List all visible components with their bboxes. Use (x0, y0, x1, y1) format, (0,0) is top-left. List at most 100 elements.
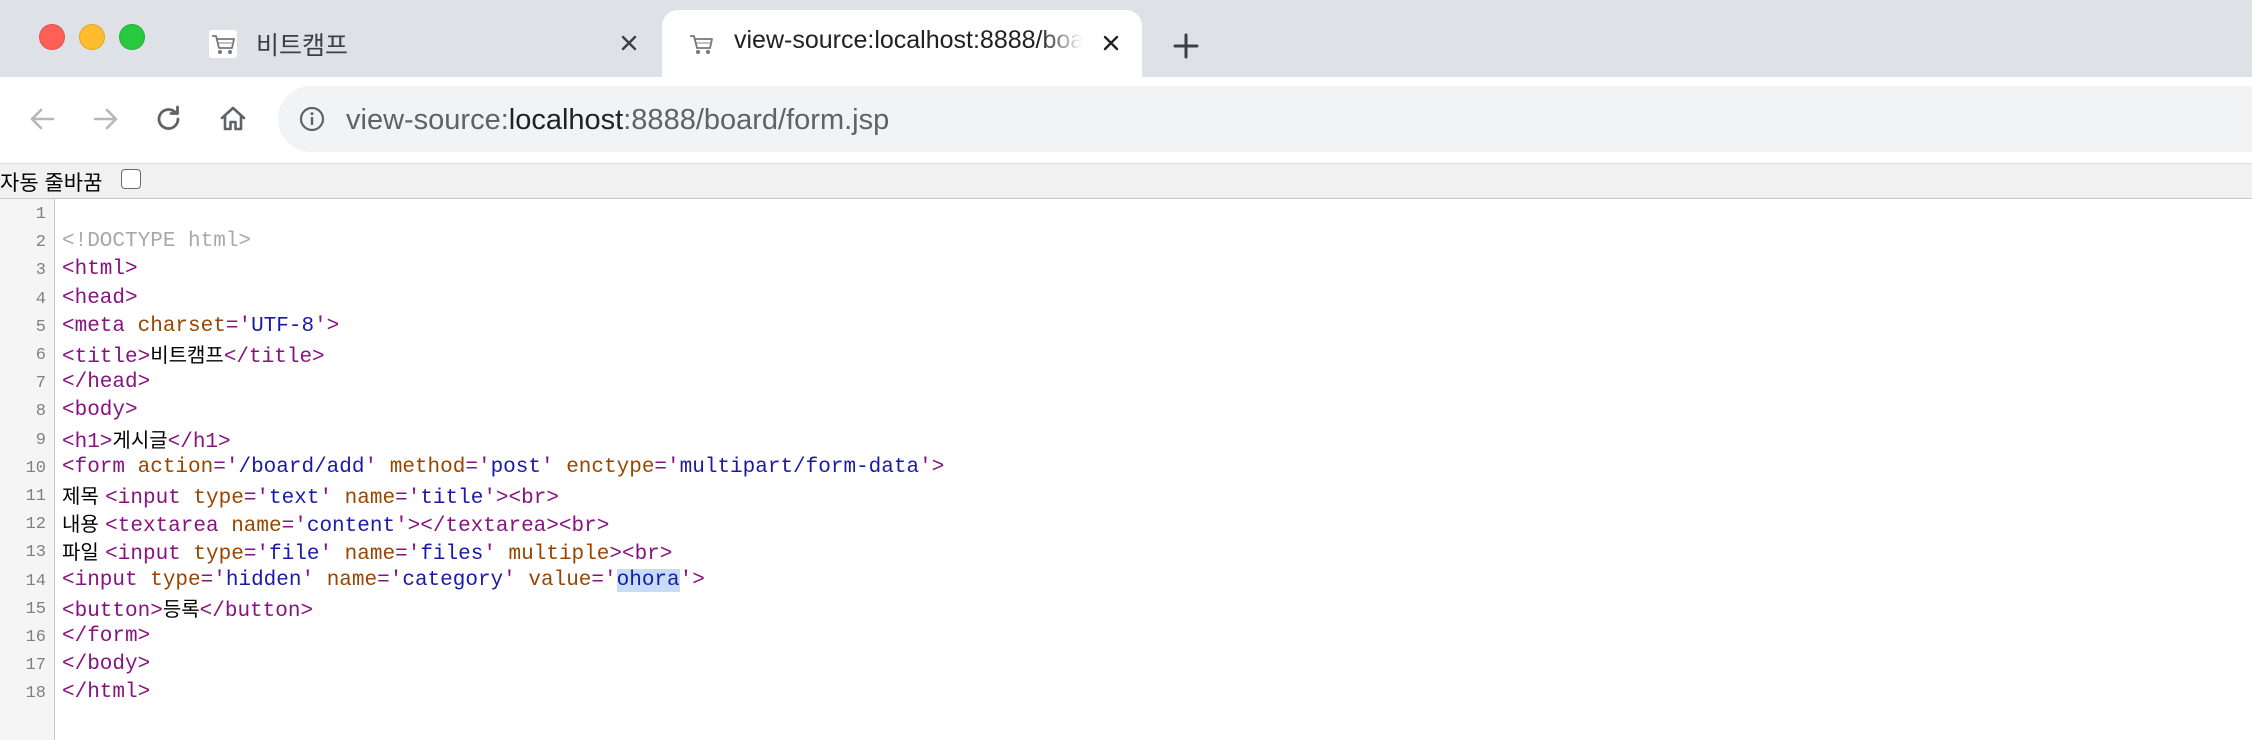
code-token: hidden (225, 568, 302, 592)
code-token: type (150, 568, 201, 592)
code-token: <body> (62, 399, 138, 423)
line-code: 파일 <input type='file' name='files' multi… (62, 538, 672, 569)
new-tab-plus-icon[interactable] (1168, 28, 1204, 64)
line-code: <head> (62, 285, 138, 313)
line-code: 내용 <textarea name='content'></textarea><… (62, 510, 609, 541)
tab-view-source[interactable]: view-source:localhost:8888/board/form.js… (662, 10, 1142, 77)
source-line: 9 <h1>게시글</h1> (0, 426, 2252, 454)
code-token: charset (137, 314, 226, 338)
url-text[interactable]: view-source:localhost:8888/board/form.js… (346, 104, 889, 137)
code-token: UTF-8 (251, 314, 315, 338)
source-line: 11 제목 <input type='text' name='title'><br… (0, 482, 2252, 510)
code-token: <input (62, 568, 151, 592)
close-icon[interactable] (1096, 28, 1126, 58)
line-code: <html> (62, 256, 138, 284)
code-token: =' (225, 314, 252, 338)
code-token: text (269, 487, 320, 510)
line-number: 4 (35, 289, 46, 309)
code-token: </title> (223, 346, 325, 369)
code-token: name (326, 568, 378, 592)
line-wrap-checkbox[interactable] (121, 169, 141, 189)
line-code: <form action='/board/add' method='post' … (62, 454, 944, 482)
tab-title: view-source:localhost:8888/board/form.js… (734, 26, 1082, 54)
source-line: 5 <meta charset='UTF-8'> (0, 313, 2252, 341)
code-token: ><br> (609, 543, 673, 567)
code-token: name (344, 543, 396, 567)
line-number: 18 (25, 684, 46, 704)
code-token: =' (200, 568, 226, 592)
code-token: files (420, 543, 484, 567)
zoom-window-button[interactable] (119, 24, 145, 50)
line-code: </head> (62, 369, 150, 397)
source-line: 7 </head> (0, 369, 2252, 397)
code-token: multiple (508, 543, 610, 567)
line-number: 13 (25, 543, 46, 563)
line-code: <h1>게시글</h1> (62, 426, 231, 457)
forward-arrow-icon[interactable] (84, 98, 126, 140)
info-icon[interactable] (298, 105, 326, 133)
source-line: 13 파일 <input type='file' name='files' mul… (0, 538, 2252, 566)
source-line: 14 <input type='hidden' name='category' v… (0, 567, 2252, 595)
source-view: 1 2 <!DOCTYPE html> 3 <html> 4 <head> 5 <meta ch… (0, 199, 2252, 740)
source-line: 8 <body> (0, 397, 2252, 425)
code-token: ' (540, 455, 567, 479)
code-token: '></textarea><br> (395, 515, 610, 539)
code-token: =' (654, 455, 680, 479)
line-code: <!DOCTYPE html> (62, 228, 251, 256)
line-number: 7 (35, 374, 46, 394)
url-host: localhost (508, 104, 624, 136)
tab-strip: 비트캠프 view-source:localhost:8888/board/fo… (0, 0, 2252, 77)
code-token: post (490, 455, 541, 479)
code-token: <input (105, 487, 194, 510)
code-token: <!DOCTYPE html> (62, 230, 252, 254)
address-bar[interactable]: view-source:localhost:8888/board/form.js… (278, 86, 2252, 152)
code-token: name (231, 515, 282, 539)
reload-icon[interactable] (148, 98, 190, 140)
code-token: <html> (62, 258, 138, 282)
code-token: =' (377, 568, 403, 592)
code-token: =' (243, 543, 270, 567)
line-number: 17 (25, 656, 46, 676)
back-arrow-icon[interactable] (22, 98, 64, 140)
code-token: <meta (62, 314, 138, 338)
line-number: 5 (35, 317, 46, 337)
code-token: =' (243, 487, 270, 510)
code-token: /board/add (238, 455, 365, 479)
source-line: 10 <form action='/board/add' method='post… (0, 454, 2252, 482)
code-token: value (528, 568, 592, 592)
code-token: <head> (62, 286, 138, 310)
line-code: <button>등록</button> (62, 595, 313, 626)
code-token: </html> (62, 681, 151, 705)
minimize-window-button[interactable] (79, 24, 105, 50)
cart-icon (209, 30, 237, 58)
code-token: action (137, 455, 214, 479)
code-token: ' (319, 543, 345, 567)
line-code: <title>비트캠프</title> (62, 341, 325, 372)
browser-toolbar: view-source:localhost:8888/board/form.js… (0, 77, 2252, 164)
code-token: type (193, 487, 244, 510)
url-scheme: view-source: (346, 104, 509, 136)
line-code: 제목 <input type='text' name='title'><br> (62, 482, 559, 513)
source-line: 1 (0, 200, 2252, 228)
code-token: 비트캠프 (150, 343, 224, 367)
code-token: method (389, 455, 466, 479)
code-token: <input (105, 543, 194, 567)
line-wrap-label: 자동 줄바꿈 (0, 172, 103, 195)
line-number: 12 (25, 515, 46, 535)
code-token: 내용 (62, 512, 106, 537)
close-window-button[interactable] (39, 24, 65, 50)
source-line: 3 <html> (0, 256, 2252, 284)
source-line: 17 </body> (0, 651, 2252, 679)
code-token: <button> (62, 599, 163, 623)
tab-bitcamp[interactable]: 비트캠프 (190, 10, 650, 77)
code-token: 게시글 (112, 427, 168, 452)
code-token: =' (395, 487, 421, 510)
close-icon[interactable] (614, 28, 644, 58)
line-number: 11 (25, 487, 46, 506)
code-token: '> (314, 314, 340, 338)
line-number: 6 (35, 346, 46, 365)
home-icon[interactable] (212, 98, 254, 140)
code-token: <h1> (62, 430, 113, 454)
source-line: 12 내용 <textarea name='content'></textarea… (0, 510, 2252, 538)
line-wrap-bar: 자동 줄바꿈 (0, 164, 2252, 199)
